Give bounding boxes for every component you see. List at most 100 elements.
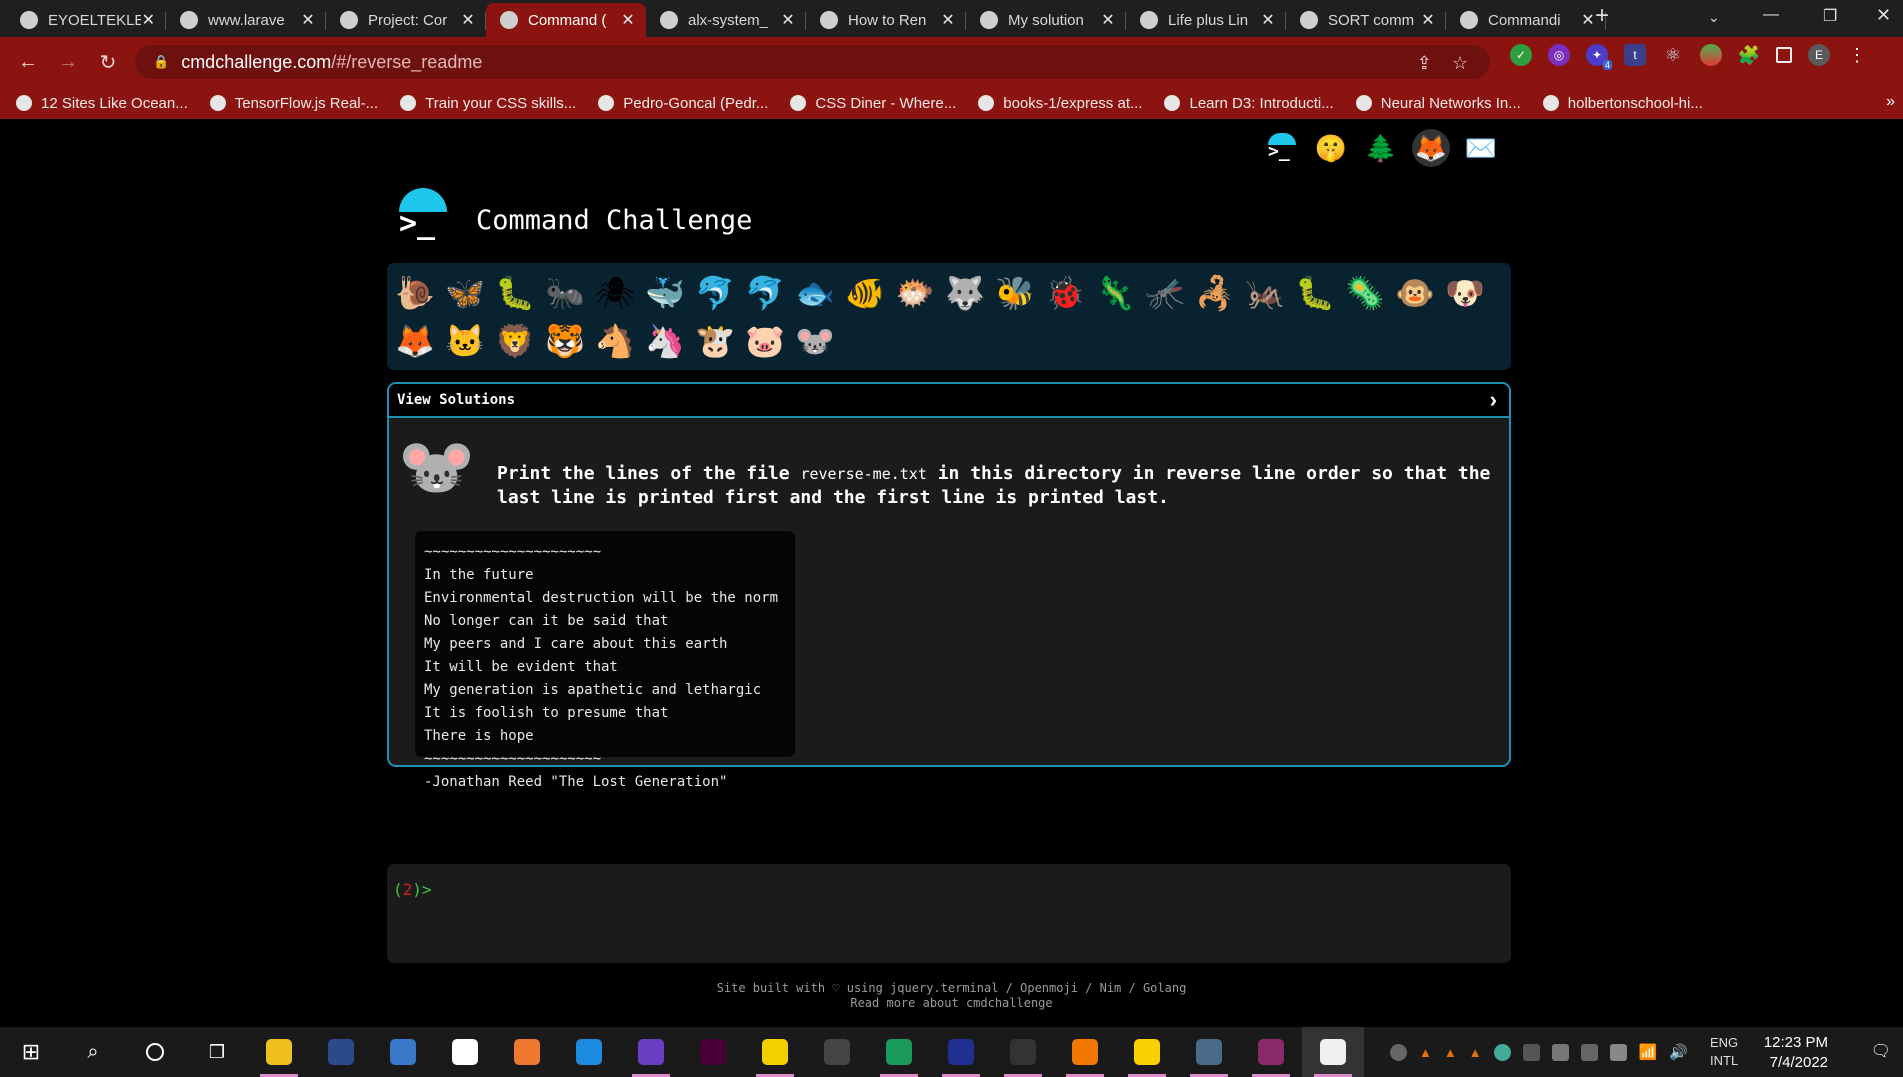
language-indicator[interactable]: ENG INTL xyxy=(1710,1034,1738,1070)
vlc-tray-icon-2[interactable]: ▲ xyxy=(1444,1045,1457,1060)
menu-icon[interactable]: ⋮ xyxy=(1846,44,1868,66)
close-tab-icon[interactable]: ✕ xyxy=(780,10,796,30)
share-icon[interactable]: ⇪ xyxy=(1417,53,1432,74)
adobe-xd-taskbar-icon[interactable] xyxy=(682,1027,744,1077)
address-bar[interactable]: 🔒 cmdchallenge.com/#/reverse_readme ⇪ ☆ xyxy=(135,45,1490,79)
challenge-animal-icon[interactable]: 🐠 xyxy=(845,271,885,315)
6-taskbar-icon[interactable] xyxy=(930,1027,992,1077)
qbittorrent-taskbar-icon[interactable] xyxy=(372,1027,434,1077)
bookmark-item[interactable]: books-1/express at... xyxy=(978,95,1142,112)
sticky-notes-taskbar-icon[interactable] xyxy=(1116,1027,1178,1077)
terminal[interactable]: (2)> xyxy=(387,864,1511,963)
t-extension-icon[interactable]: t xyxy=(1624,44,1646,66)
edge-taskbar-icon[interactable] xyxy=(868,1027,930,1077)
tab-2[interactable]: Project: Cor ✕ xyxy=(326,3,486,37)
challenge-animal-icon[interactable]: 🦄 xyxy=(645,319,685,363)
challenge-animal-icon[interactable]: 🐟 xyxy=(795,271,835,315)
wifi-taskbar-icon[interactable] xyxy=(806,1027,868,1077)
close-tab-icon[interactable]: ✕ xyxy=(460,10,476,30)
tab-7[interactable]: Life plus Lin ✕ xyxy=(1126,3,1286,37)
close-tab-icon[interactable]: ✕ xyxy=(300,10,316,30)
forward-button[interactable]: → xyxy=(48,51,88,74)
challenge-animal-icon[interactable]: 🐯 xyxy=(545,319,585,363)
gitlab-icon[interactable]: 🦊 xyxy=(1412,129,1450,167)
challenge-animal-icon[interactable]: 🐬 xyxy=(745,271,785,315)
task-view-icon[interactable]: ❒ xyxy=(186,1027,248,1077)
challenge-animal-icon[interactable]: 🐱 xyxy=(445,319,485,363)
challenge-animal-icon[interactable]: 🐛 xyxy=(495,271,535,315)
maximize-button[interactable]: ❐ xyxy=(1823,6,1837,26)
challenge-animal-icon[interactable]: 🐵 xyxy=(1395,271,1435,315)
bookmark-item[interactable]: holbertonschool-hi... xyxy=(1542,95,1703,112)
challenge-animal-icon[interactable]: 🐝 xyxy=(995,271,1035,315)
react-devtools-icon[interactable]: ⚛ xyxy=(1662,44,1684,66)
challenge-animal-icon[interactable]: 🐛 xyxy=(1295,271,1335,315)
sidebar-icon[interactable] xyxy=(1776,47,1792,63)
notepad-taskbar-icon[interactable] xyxy=(744,1027,806,1077)
challenge-animal-icon[interactable]: 🐮 xyxy=(695,319,735,363)
meet-tray-icon[interactable] xyxy=(1580,1043,1598,1061)
challenge-animal-icon[interactable]: 🦁 xyxy=(495,319,535,363)
tab-4[interactable]: alx-system_ ✕ xyxy=(646,3,806,37)
mail-icon[interactable]: ✉️ xyxy=(1462,129,1500,167)
display-tray-icon[interactable] xyxy=(1551,1043,1569,1061)
chrome-taskbar-icon[interactable] xyxy=(1302,1027,1364,1077)
7zip-taskbar-icon[interactable] xyxy=(434,1027,496,1077)
vlc-taskbar-icon[interactable] xyxy=(1054,1027,1116,1077)
color-extension-icon[interactable] xyxy=(1700,44,1722,66)
challenge-animal-icon[interactable]: 🦊 xyxy=(395,319,435,363)
clock[interactable]: 12:23 PM 7/4/2022 xyxy=(1740,1033,1828,1073)
minimize-button[interactable]: — xyxy=(1763,6,1779,24)
tree-icon[interactable]: 🌲 xyxy=(1362,129,1400,167)
device-tray-icon[interactable] xyxy=(1522,1043,1540,1061)
view-solutions-bar[interactable]: View Solutions › xyxy=(389,384,1509,418)
laptop-taskbar-icon[interactable] xyxy=(1178,1027,1240,1077)
puzzle-extension-icon[interactable]: ✦ 4 xyxy=(1586,44,1612,70)
bookmark-star-icon[interactable]: ☆ xyxy=(1452,53,1468,74)
vlc-tray-icon-3[interactable]: ▲ xyxy=(1469,1045,1482,1060)
close-tab-icon[interactable]: ✕ xyxy=(1260,10,1276,30)
new-tab-button[interactable]: + xyxy=(1595,2,1609,30)
bookmark-item[interactable]: 12 Sites Like Ocean... xyxy=(16,95,188,112)
battery-icon[interactable] xyxy=(1609,1043,1627,1061)
challenge-animal-icon[interactable]: 🐌 xyxy=(395,271,435,315)
file-explorer-taskbar-icon[interactable] xyxy=(248,1027,310,1077)
tab-3[interactable]: Command (✕ xyxy=(486,3,646,37)
close-tab-icon[interactable]: ✕ xyxy=(141,10,156,30)
shield-extension-icon[interactable]: ✓ xyxy=(1510,44,1532,66)
challenge-animal-icon[interactable]: 🦟 xyxy=(1145,271,1185,315)
close-window-button[interactable]: ✕ xyxy=(1876,5,1891,26)
vlc-tray-icon[interactable]: ▲ xyxy=(1419,1045,1432,1060)
challenge-animal-icon[interactable]: 🦎 xyxy=(1095,271,1135,315)
challenge-animal-icon[interactable]: 🦂 xyxy=(1195,271,1235,315)
podcast-taskbar-icon[interactable] xyxy=(620,1027,682,1077)
start-button[interactable]: ⊞ xyxy=(0,1027,62,1077)
back-button[interactable]: ← xyxy=(8,51,48,74)
19-taskbar-icon[interactable] xyxy=(558,1027,620,1077)
bookmark-item[interactable]: CSS Diner - Where... xyxy=(790,95,956,112)
close-tab-icon[interactable]: ✕ xyxy=(1100,10,1116,30)
challenge-animal-icon[interactable]: 🐜 xyxy=(545,271,585,315)
tab-search-icon[interactable]: ⌄ xyxy=(1708,9,1720,26)
challenge-animal-icon[interactable]: 🐴 xyxy=(595,319,635,363)
challenge-animal-icon[interactable]: 🐶 xyxy=(1445,271,1485,315)
cortana-icon[interactable] xyxy=(124,1027,186,1077)
terminal-taskbar-icon[interactable] xyxy=(992,1027,1054,1077)
atom-taskbar-icon[interactable] xyxy=(310,1027,372,1077)
reload-button[interactable]: ↻ xyxy=(88,50,128,75)
challenge-animal-icon[interactable]: 🦗 xyxy=(1245,271,1285,315)
tab-9[interactable]: Commandi ✕ xyxy=(1446,3,1606,37)
challenge-animal-icon[interactable]: 🦠 xyxy=(1345,271,1385,315)
edge-tray-icon[interactable] xyxy=(1493,1043,1511,1061)
xampp-taskbar-icon[interactable] xyxy=(496,1027,558,1077)
bookmark-item[interactable]: Learn D3: Introducti... xyxy=(1164,95,1334,112)
bookmarks-overflow-icon[interactable]: » xyxy=(1886,93,1895,111)
bookmark-item[interactable]: Pedro-Goncal (Pedr... xyxy=(598,95,768,112)
tab-1[interactable]: www.larave ✕ xyxy=(166,3,326,37)
tab-0[interactable]: EYOELTEKLE ✕ xyxy=(6,3,166,37)
shushing-face-icon[interactable]: 🤫 xyxy=(1312,129,1350,167)
challenge-animal-icon[interactable]: 🕷 xyxy=(595,271,636,315)
notifications-icon[interactable]: 🗨 xyxy=(1871,1041,1891,1061)
chevron-right-icon[interactable]: › xyxy=(1490,387,1497,413)
compass-extension-icon[interactable]: ◎ xyxy=(1548,44,1570,66)
